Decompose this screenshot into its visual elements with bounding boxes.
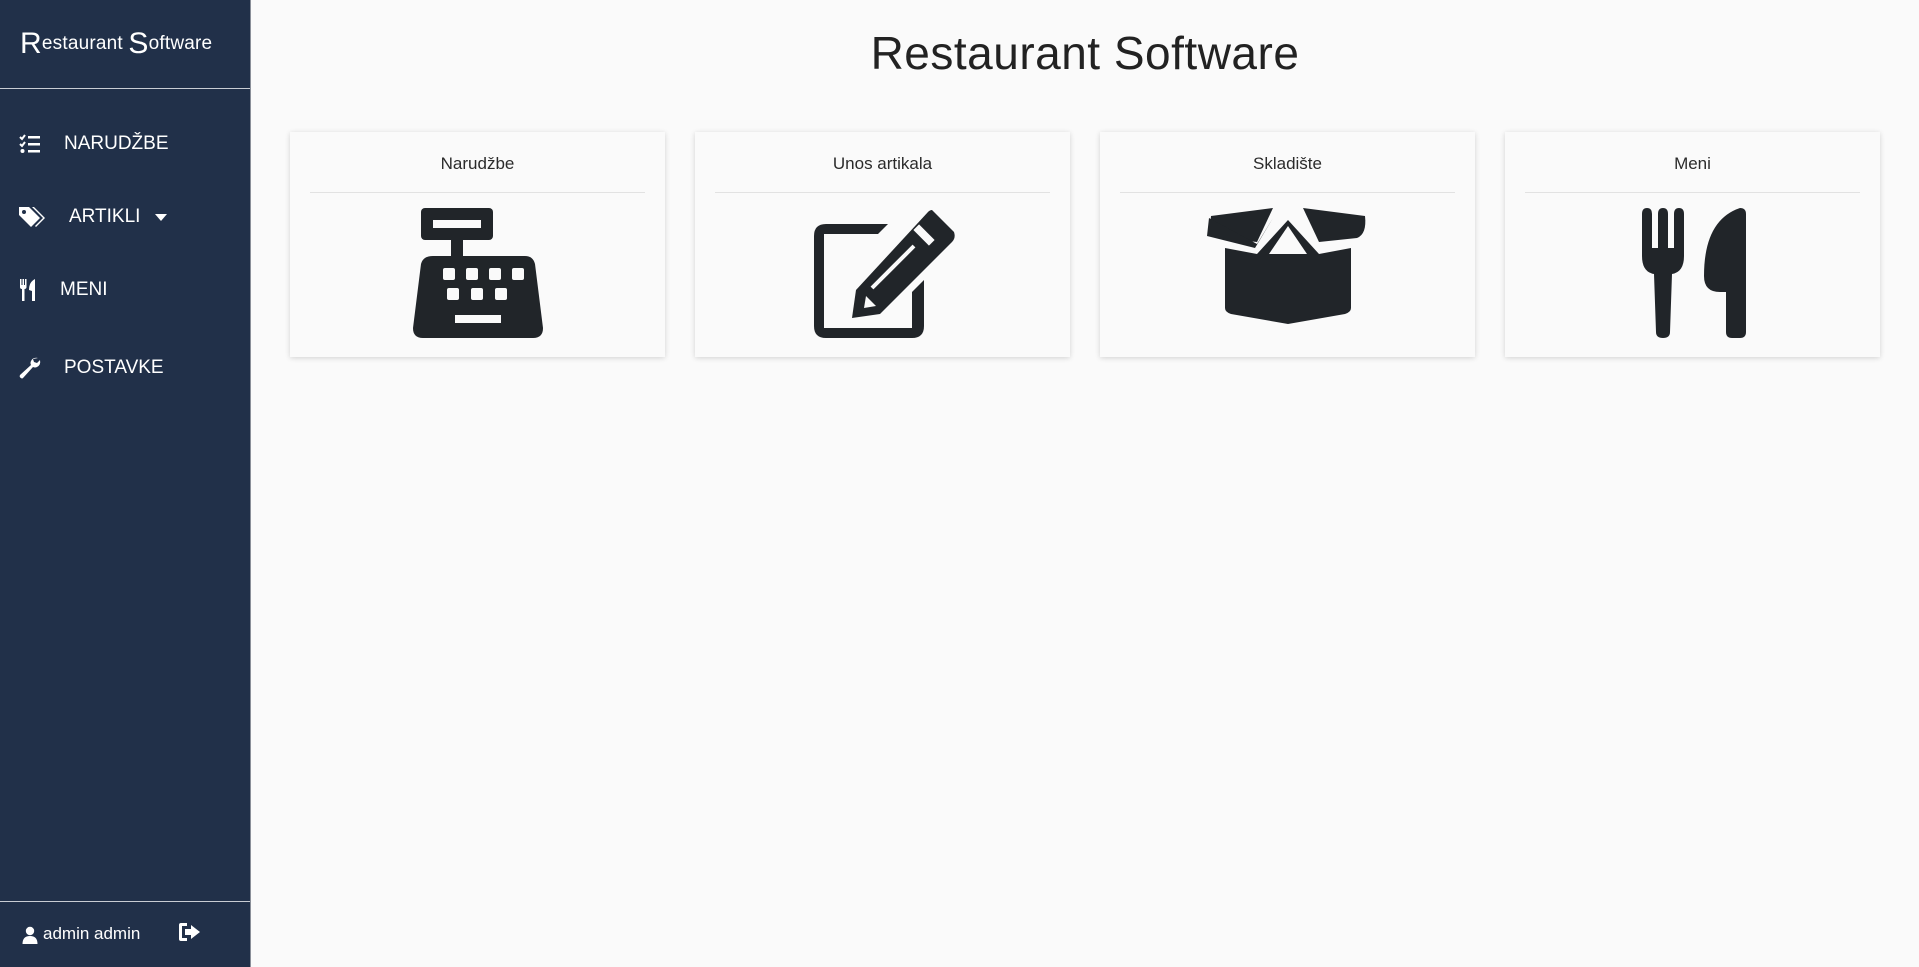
sidebar-item-label: ARTIKLI <box>69 206 141 227</box>
sidebar-item-label: POSTAVKE <box>64 357 164 378</box>
logout-icon[interactable] <box>178 921 202 943</box>
brand-word-1: estaurant <box>41 33 123 54</box>
user-icon <box>22 926 38 944</box>
card-title: Meni <box>1674 154 1711 173</box>
brand-initial-r: R <box>20 27 42 60</box>
sidebar-item-meni[interactable]: MENI <box>0 267 250 313</box>
brand-initial-s: S <box>128 27 149 60</box>
utensils-icon <box>20 279 35 301</box>
list-check-icon <box>19 134 40 153</box>
brand-word-2: oftware <box>148 33 213 54</box>
sidebar-item-artikli[interactable]: ARTIKLI <box>0 194 250 240</box>
user-bar: admin admin <box>0 901 250 967</box>
card-divider <box>715 192 1050 193</box>
page-title: Restaurant Software <box>870 27 1300 79</box>
user-name[interactable]: admin admin <box>43 924 140 944</box>
chevron-down-icon[interactable] <box>155 214 167 221</box>
brand-logo[interactable]: Restaurant Software <box>0 0 250 89</box>
card-skladiste[interactable]: Skladište <box>1100 132 1475 357</box>
wrench-icon <box>19 357 41 379</box>
tags-icon <box>19 207 45 227</box>
edit-icon <box>813 210 955 338</box>
sidebar: Restaurant Software NARUDŽBE ARTIKLI MEN… <box>0 0 251 967</box>
sidebar-item-label: MENI <box>60 279 108 300</box>
card-narudzbe[interactable]: Narudžbe <box>290 132 665 357</box>
card-title: Unos artikala <box>832 154 933 173</box>
card-divider <box>310 192 645 193</box>
cash-register-icon <box>412 208 543 338</box>
card-meni[interactable]: Meni <box>1505 132 1880 357</box>
sidebar-item-postavke[interactable]: POSTAVKE <box>0 345 250 391</box>
utensils-icon <box>1641 208 1746 338</box>
card-unos-artikala[interactable]: Unos artikala <box>695 132 1070 357</box>
card-divider <box>1120 192 1455 193</box>
card-title: Narudžbe <box>440 154 515 173</box>
box-open-icon <box>1206 208 1365 324</box>
card-divider <box>1525 192 1860 193</box>
sidebar-item-narudzbe[interactable]: NARUDŽBE <box>0 121 250 167</box>
sidebar-item-label: NARUDŽBE <box>64 133 169 154</box>
card-title: Skladište <box>1253 154 1322 173</box>
